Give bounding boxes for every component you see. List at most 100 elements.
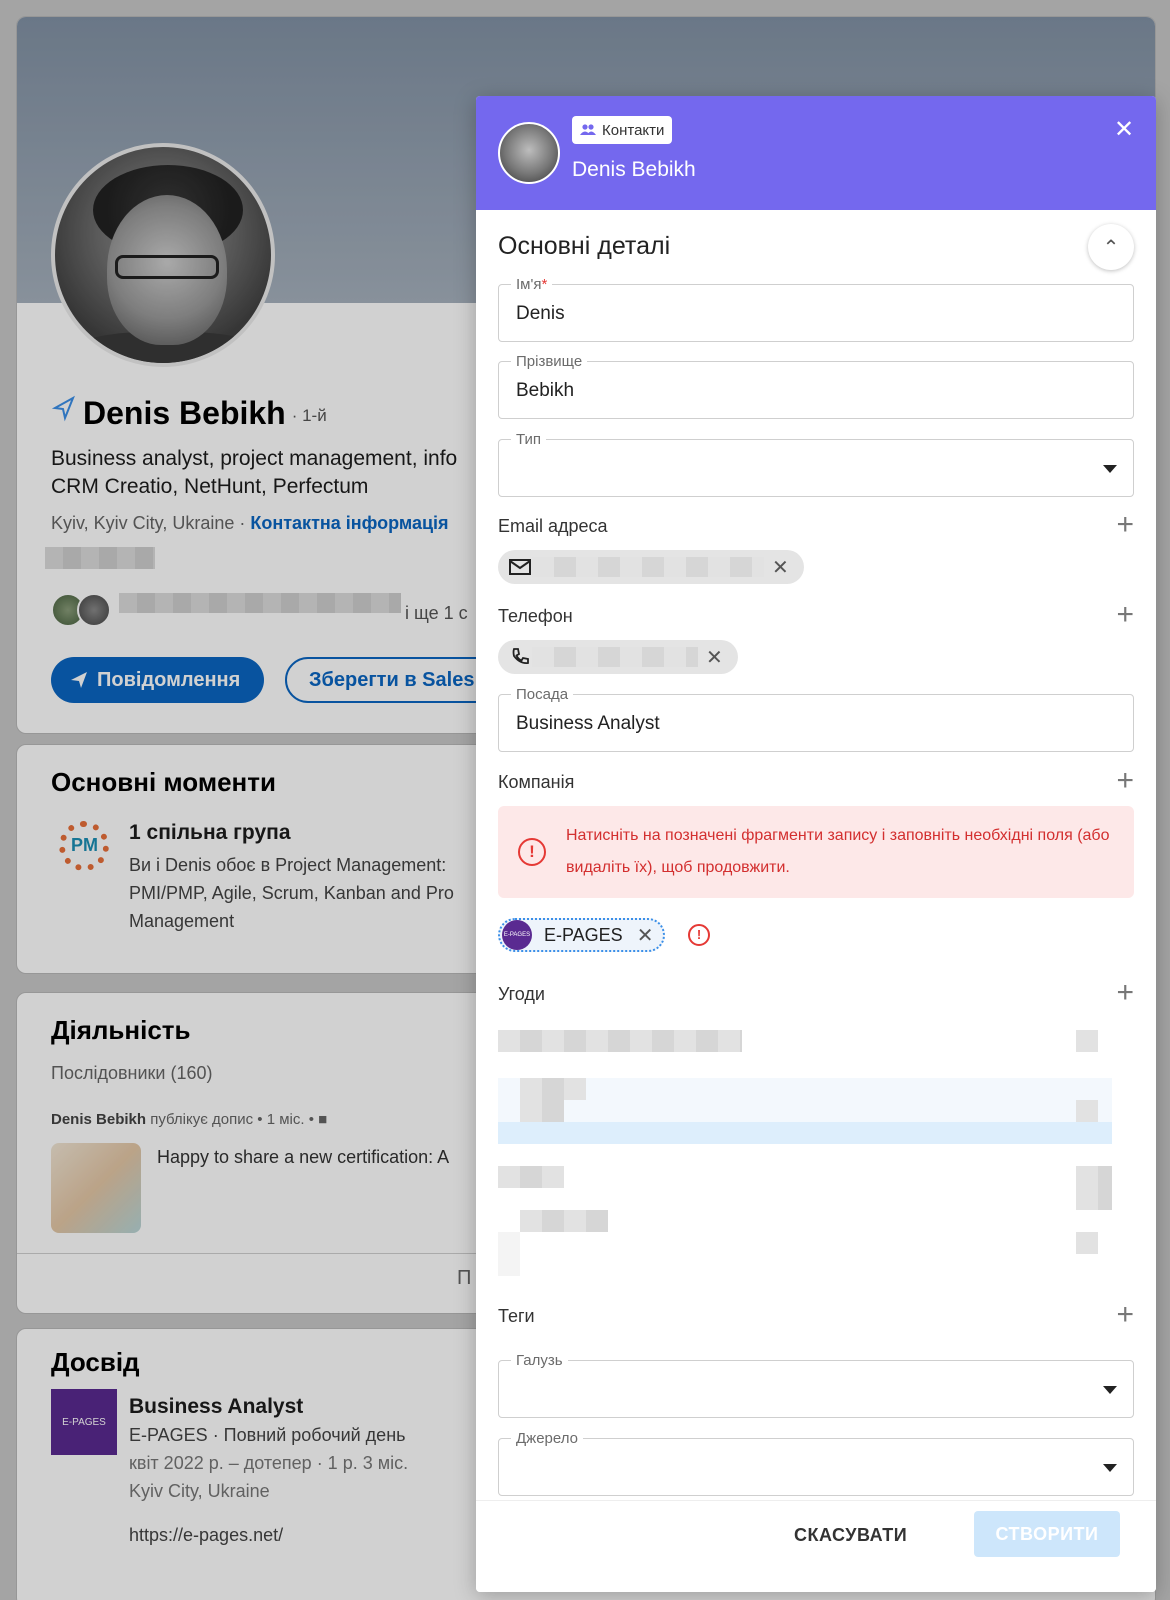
- send-icon: [71, 672, 87, 688]
- shared-group-title[interactable]: 1 спільна група: [129, 821, 291, 845]
- company-chip[interactable]: E-PAGES E-PAGES ✕: [498, 918, 666, 952]
- post-meta: Denis Bebikh публікує допис • 1 міс. • ■: [51, 1111, 327, 1128]
- show-all-link[interactable]: П: [457, 1267, 471, 1290]
- email-chip[interactable]: ✕: [498, 550, 804, 584]
- headline-line-2: CRM Creatio, NetHunt, Perfectum: [51, 475, 369, 498]
- blurred-deal-1-action: [1076, 1030, 1098, 1052]
- contact-name-title: Denis Bebikh: [572, 158, 696, 181]
- validation-alert: ! Натисніть на позначені фрагменти запис…: [498, 806, 1134, 898]
- first-name-field[interactable]: Ім'я* Denis: [498, 276, 1134, 342]
- deal-row-selected[interactable]: [498, 1122, 1112, 1144]
- drawer-header: Контакти Denis Bebikh ✕: [476, 96, 1156, 210]
- location-text: Kyiv, Kyiv City, Ukraine ·: [51, 513, 251, 533]
- remove-email-close-icon[interactable]: ✕: [772, 555, 789, 580]
- position-value[interactable]: Business Analyst: [516, 713, 660, 735]
- profile-avatar[interactable]: [51, 143, 275, 367]
- phone-label: Телефон: [498, 606, 573, 626]
- add-tag-plus-icon[interactable]: +: [1116, 1300, 1134, 1330]
- save-in-sales-button[interactable]: Зберегти в Sales: [285, 657, 505, 703]
- phone-chip[interactable]: ✕: [498, 640, 738, 674]
- post-text[interactable]: Happy to share a new certification: A: [157, 1147, 449, 1168]
- company-row: Компанія +: [498, 766, 1134, 798]
- company-chip-logo: E-PAGES: [502, 920, 532, 950]
- job-title: Business Analyst: [129, 1395, 304, 1418]
- profile-location: Kyiv, Kyiv City, Ukraine · Контактна інф…: [51, 513, 449, 534]
- blurred-deal-4: [520, 1210, 608, 1232]
- type-label: Тип: [511, 431, 547, 448]
- blurred-deal-4b: [498, 1232, 520, 1276]
- tags-row: Теги +: [498, 1300, 1134, 1332]
- group-logo-text: PM: [71, 835, 98, 855]
- error-icon: !: [518, 838, 546, 866]
- position-field[interactable]: Посада Business Analyst: [498, 686, 1134, 752]
- drawer-body[interactable]: Основні деталі ⌃ Ім'я* Denis Прізвище Be…: [476, 210, 1156, 1500]
- remove-company-close-icon[interactable]: ✕: [637, 923, 654, 948]
- post-thumbnail[interactable]: [51, 1143, 141, 1233]
- message-button[interactable]: Повідомлення: [51, 657, 265, 703]
- blurred-email: [532, 557, 764, 577]
- close-icon[interactable]: ✕: [1114, 118, 1134, 142]
- chevron-up-icon[interactable]: ⌃: [1088, 224, 1134, 270]
- last-name-value[interactable]: Bebikh: [516, 380, 574, 402]
- message-button-label: Повідомлення: [97, 668, 241, 691]
- activity-title: Діяльність: [51, 1015, 191, 1045]
- headline-line-1: Business analyst, project management, in…: [51, 447, 458, 470]
- industry-select[interactable]: Галузь: [498, 1352, 1134, 1418]
- blurred-deal-1: [498, 1030, 742, 1052]
- source-select[interactable]: Джерело: [498, 1430, 1134, 1496]
- alert-text: Натисніть на позначені фрагменти запису …: [566, 827, 1110, 876]
- caret-down-icon: [1103, 1464, 1117, 1472]
- contacts-icon: [580, 124, 596, 135]
- position-label: Посада: [511, 686, 574, 703]
- email-label: Email адреса: [498, 516, 608, 536]
- section-title: Основні деталі: [498, 232, 671, 260]
- group-logo[interactable]: PM: [51, 813, 117, 879]
- profile-name: Denis Bebikh: [83, 395, 286, 431]
- blurred-deal-3-action: [1076, 1166, 1112, 1210]
- add-email-plus-icon[interactable]: +: [1116, 510, 1134, 540]
- add-deal-plus-icon[interactable]: +: [1116, 978, 1134, 1008]
- mutual-connections-text[interactable]: і ще 1 с: [405, 603, 468, 624]
- deals-row: Угоди +: [498, 978, 1134, 1010]
- blurred-mutuals: [119, 593, 401, 613]
- company-url[interactable]: https://e-pages.net/: [129, 1525, 283, 1546]
- profile-name-row: Denis Bebikh · 1-й: [51, 395, 327, 432]
- job-dates: квіт 2022 р. – дотепер · 1 р. 3 міс.: [129, 1453, 409, 1473]
- company-line: E-PAGES · Повний робочий день: [129, 1425, 406, 1445]
- contact-info-link[interactable]: Контактна інформація: [250, 513, 448, 533]
- first-name-label: Ім'я*: [511, 276, 553, 293]
- drawer-footer: СКАСУВАТИ СТВОРИТИ: [476, 1500, 1156, 1592]
- connection-degree: · 1-й: [291, 406, 327, 425]
- company-error-icon[interactable]: !: [688, 924, 710, 946]
- last-name-field[interactable]: Прізвище Bebikh: [498, 353, 1134, 419]
- blurred-deal-2b: [520, 1100, 564, 1122]
- sales-navigator-icon[interactable]: [51, 394, 77, 422]
- blurred-text: [45, 547, 155, 569]
- mail-icon: [509, 559, 531, 575]
- company-chip-label: E-PAGES: [544, 924, 623, 945]
- post-author: Denis Bebikh: [51, 1111, 147, 1128]
- type-select[interactable]: Тип: [498, 431, 1134, 497]
- create-contact-drawer: Контакти Denis Bebikh ✕ Основні деталі ⌃…: [476, 96, 1156, 1592]
- email-row: Email адреса +: [498, 510, 1134, 542]
- job-place: Kyiv City, Ukraine: [129, 1481, 270, 1501]
- caret-down-icon: [1103, 1386, 1117, 1394]
- add-company-plus-icon[interactable]: +: [1116, 766, 1134, 796]
- company-label: Компанія: [498, 772, 575, 792]
- phone-row: Телефон +: [498, 600, 1134, 632]
- contact-avatar: [498, 122, 560, 184]
- company-logo[interactable]: E-PAGES: [51, 1389, 117, 1455]
- mutual-connections-avatars[interactable]: [51, 593, 111, 627]
- blurred-deal-4-action: [1076, 1232, 1098, 1254]
- remove-phone-close-icon[interactable]: ✕: [706, 645, 723, 670]
- last-name-label: Прізвище: [511, 353, 588, 370]
- deals-label: Угоди: [498, 984, 545, 1004]
- create-button[interactable]: СТВОРИТИ: [974, 1511, 1120, 1557]
- blurred-deal-2-action: [1076, 1100, 1098, 1122]
- first-name-value[interactable]: Denis: [516, 303, 565, 325]
- cancel-button[interactable]: СКАСУВАТИ: [794, 1525, 907, 1546]
- experience-title: Досвід: [51, 1347, 140, 1377]
- add-phone-plus-icon[interactable]: +: [1116, 600, 1134, 630]
- followers-count: Послідовники (160): [51, 1063, 213, 1083]
- blurred-phone: [532, 647, 698, 667]
